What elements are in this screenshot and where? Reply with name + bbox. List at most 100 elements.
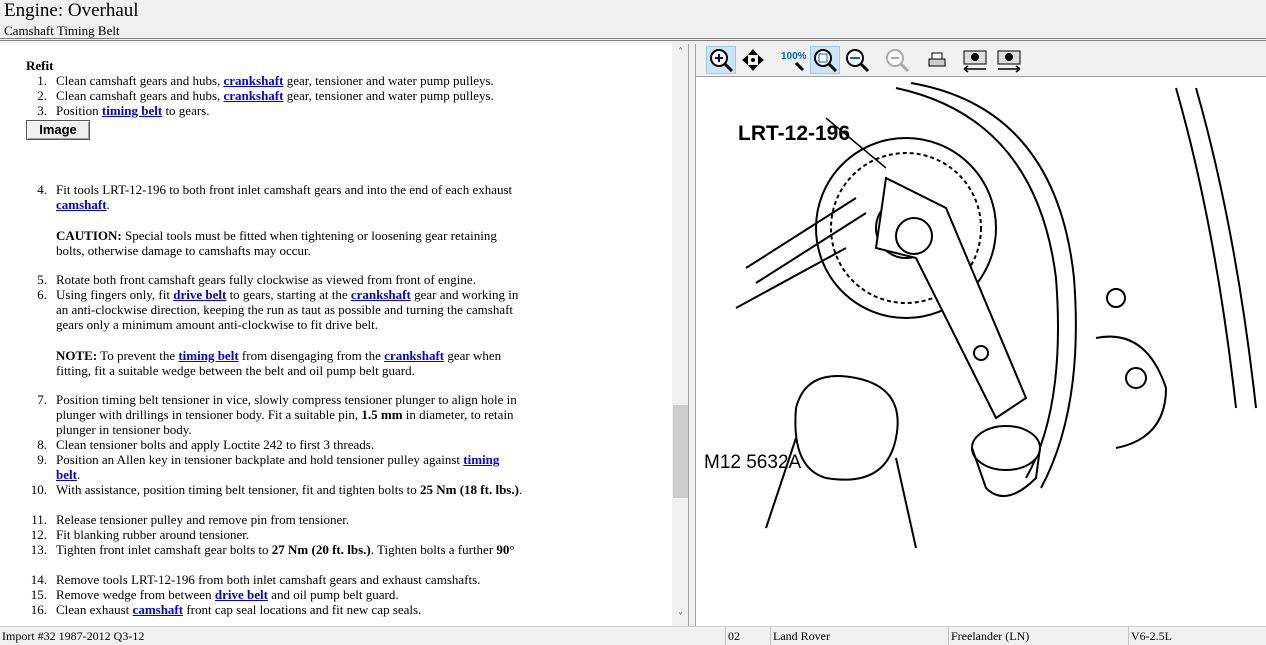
image-pane: 100% LRT-12-196 M12 5632A [695,44,1266,626]
item-text: Remove wedge from between drive belt and… [56,587,526,602]
note-part: To prevent the [97,348,179,363]
item-text: Position an Allen key in tensioner backp… [56,452,526,482]
zoom-in-button[interactable] [706,46,736,74]
note-label: NOTE: [56,348,98,363]
scroll-down-icon[interactable]: ˅ [672,609,688,626]
item-value: 90° [496,542,515,557]
glossary-link[interactable]: drive belt [173,287,226,302]
zoom-fit-icon [814,49,838,73]
item-text: Release tensioner pulley and remove pin … [56,512,526,527]
scroll-up-icon[interactable]: ˄ [672,44,688,61]
item-text: Clean tensioner bolts and apply Loctite … [56,437,526,452]
item-text: Position timing belt to gears. [56,103,526,118]
page-title: Engine: Overhaul [4,0,139,21]
item-number: 7. [37,392,47,407]
item-text-part: Remove wedge from between [56,587,215,602]
item-text-part: Position [56,103,102,118]
item-text-part: Tighten front inlet camshaft gear bolts … [56,542,272,557]
status-model: Freelander (LN) [948,627,1029,645]
item-number: 4. [37,182,47,197]
item-text: Clean camshaft gears and hubs, crankshaf… [56,88,526,103]
item-text-part: gear, tensioner and water pump pulleys. [283,88,494,103]
camera-back-icon [963,50,987,73]
item-number: 13. [30,542,47,557]
glossary-link[interactable]: timing belt [178,348,238,363]
procedure-pane: Refit 1. Clean camshaft gears and hubs, cr… [0,44,689,626]
item-text-part: to gears. [162,103,210,118]
status-engine: V6-2.5L [1128,627,1172,645]
item-number: 14. [30,572,47,587]
item-text-part: Clean camshaft gears and hubs, [56,73,224,88]
header: Engine: Overhaul Camshaft Timing Belt [0,0,1266,41]
item-text: Position timing belt tensioner in vice, … [56,392,526,437]
glossary-link[interactable]: crankshaft [224,88,284,103]
item-text: Fit blanking rubber around tensioner. [56,527,526,542]
camera-forward-icon [997,50,1021,73]
scroll-thumb[interactable] [673,405,688,498]
item-text-part: . [518,482,523,497]
item-number: 11. [31,512,47,527]
item-text: Using fingers only, fit drive belt to ge… [56,287,526,332]
item-number: 12. [30,527,47,542]
page-subtitle: Camshaft Timing Belt [4,23,120,38]
item-text-part: Using fingers only, fit [56,287,174,302]
item-text: With assistance, position timing belt te… [56,482,526,497]
item-number: 1. [37,73,47,88]
print-button[interactable] [922,46,952,74]
next-image-button[interactable] [994,46,1024,74]
glossary-link[interactable]: timing belt [102,103,162,118]
item-text: Clean camshaft gears and hubs, crankshaf… [56,73,526,88]
item-text: Rotate both front camshaft gears fully c… [56,272,526,287]
camshaft-tool-illustration: LRT-12-196 M12 5632A [704,82,1257,549]
status-make: Land Rover [770,627,830,645]
item-number: 3. [37,103,47,118]
glossary-link[interactable]: camshaft [56,197,107,212]
item-text-part: Fit tools LRT-12-196 to both front inlet… [56,182,513,197]
glossary-link[interactable]: crankshaft [224,73,284,88]
zoom-fit-button[interactable] [810,46,840,74]
image-toolbar: 100% [696,44,1266,77]
caution-body: Special tools must be fitted when tighte… [56,228,497,258]
item-text-part: . Tighten bolts a further [370,542,497,557]
item-text-part: to gears, starting at the [226,287,351,302]
item-number: 5. [37,272,47,287]
previous-image-button[interactable] [960,46,990,74]
item-text-part: Release tensioner pulley and remove pin … [56,512,350,527]
zoom-100-button[interactable]: 100% [778,46,808,74]
zoom-out-button[interactable] [882,46,912,74]
status-import: Import #32 1987-2012 Q3-12 [2,629,145,643]
item-text: Remove tools LRT-12-196 from both inlet … [56,572,526,587]
item-text-part: and oil pump belt guard. [267,587,399,602]
glossary-link[interactable]: crankshaft [351,287,411,302]
note-part: from disengaging from the [238,348,385,363]
item-text-part: front cap seal locations and fit new cap… [183,602,422,617]
zoom-width-button[interactable] [842,46,872,74]
item-text-part: Fit blanking rubber around tensioner. [56,527,250,542]
illustration-reference: M12 5632A [704,452,802,473]
move-arrows-icon [742,49,764,71]
glossary-link[interactable]: camshaft [133,602,184,617]
glossary-link[interactable]: drive belt [215,587,268,602]
glossary-link[interactable]: crankshaft [384,348,444,363]
item-value: 1.5 mm [361,407,403,422]
item-text-part: Rotate both front camshaft gears fully c… [56,272,476,287]
vertical-scrollbar[interactable]: ˄ ˅ [672,44,688,626]
item-number: 16. [30,602,47,617]
item-text-part: . [106,197,110,212]
pan-button[interactable] [738,46,768,74]
image-button[interactable]: Image [26,120,90,140]
item-text-part: With assistance, position timing belt te… [56,482,420,497]
caution-text: CAUTION: Special tools must be fitted wh… [56,228,516,258]
item-text-part: Clean exhaust [56,602,133,617]
tool-callout: LRT-12-196 [738,122,850,145]
zoom-100-icon: 100% [781,51,806,72]
printer-icon [928,52,946,67]
item-text-part: Clean camshaft gears and hubs, [56,88,224,103]
item-text: Tighten front inlet camshaft gear bolts … [56,542,526,557]
item-value: 27 Nm (20 ft. lbs.) [271,542,371,557]
zoom-out-icon [886,49,910,73]
svg-text:100%: 100% [781,51,806,62]
section-heading: Refit [26,58,54,73]
status-code: 02 [725,627,740,645]
item-value: 25 Nm (18 ft. lbs.) [420,482,519,497]
